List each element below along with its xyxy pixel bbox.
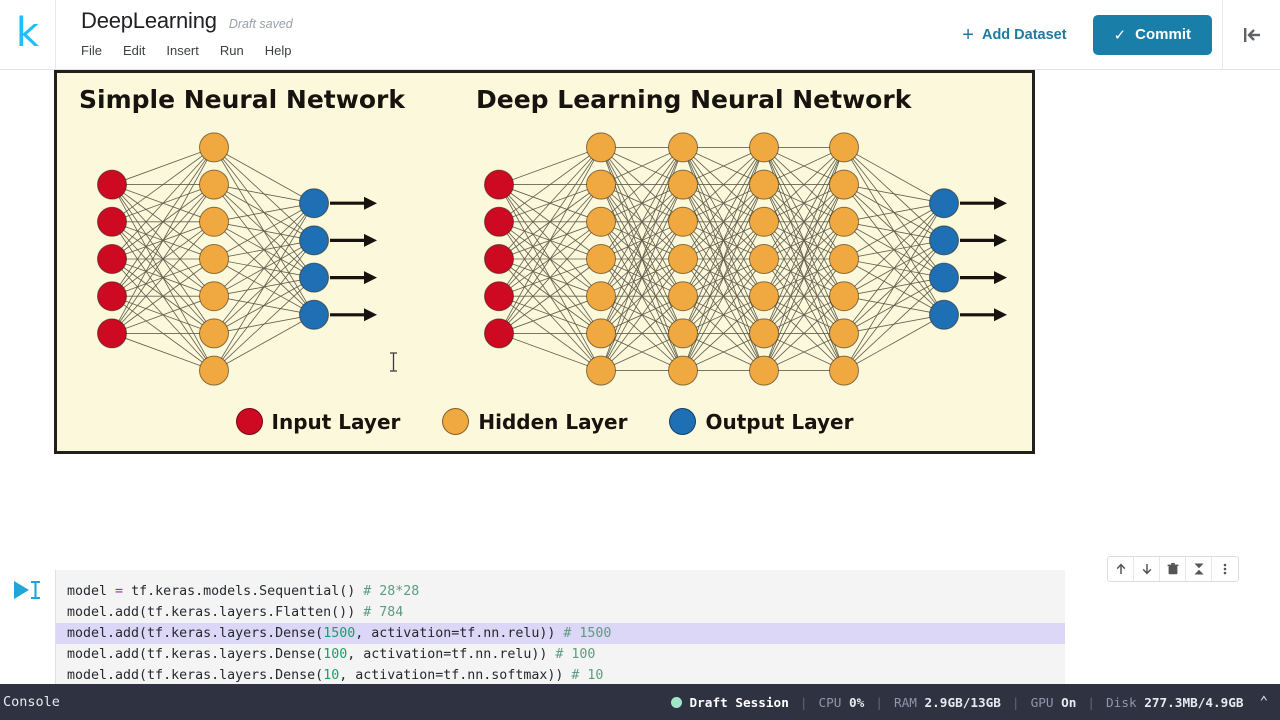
top-toolbar: k DeepLearning Draft saved File Edit Ins… bbox=[0, 0, 1280, 70]
expand-console-icon[interactable]: ⌃ bbox=[1260, 694, 1268, 710]
legend-label-input: Input Layer bbox=[271, 409, 401, 434]
move-cell-up-button[interactable] bbox=[1108, 557, 1134, 581]
collapse-panel-icon bbox=[1243, 27, 1260, 42]
separator-4: | bbox=[1087, 694, 1096, 710]
code-token: model.add(tf.keras.layers.Dense( bbox=[67, 626, 324, 641]
session-status-label: Draft Session bbox=[689, 694, 789, 710]
draft-status-label: Draft saved bbox=[228, 17, 293, 31]
code-token: model.add(tf.keras.layers.Dense( bbox=[67, 647, 324, 662]
ram-stat-key: RAM bbox=[893, 694, 917, 710]
trash-icon bbox=[1167, 563, 1178, 575]
code-token: # 1500 bbox=[563, 626, 612, 641]
code-token: , activation=tf.nn.softmax)) bbox=[339, 668, 572, 683]
plus-icon: + bbox=[962, 23, 974, 46]
separator-3: | bbox=[1011, 694, 1020, 710]
code-token: # 28*28 bbox=[363, 584, 420, 599]
menu-item-edit[interactable]: Edit bbox=[123, 42, 145, 59]
move-cell-down-button[interactable] bbox=[1134, 557, 1160, 581]
separator-2: | bbox=[875, 694, 883, 710]
legend-item-hidden: Hidden Layer bbox=[442, 408, 627, 435]
delete-cell-button[interactable] bbox=[1160, 557, 1186, 581]
more-options-icon bbox=[1223, 563, 1227, 575]
network-graphics bbox=[97, 132, 1007, 386]
check-icon: ✓ bbox=[1113, 26, 1127, 44]
collapse-panel-button[interactable] bbox=[1222, 0, 1280, 70]
code-token: model.add(tf.keras.layers.Flatten()) bbox=[67, 605, 364, 620]
title-block: DeepLearning Draft saved File Edit Inser… bbox=[56, 0, 293, 69]
code-token: 1500 bbox=[323, 626, 356, 641]
commit-label: Commit bbox=[1135, 26, 1191, 43]
menu-item-help[interactable]: Help bbox=[265, 42, 292, 59]
notebook-body: Simple Neural Network Deep Learning Neur… bbox=[0, 70, 1280, 684]
cpu-stat-value: 0% bbox=[849, 694, 865, 710]
session-status-group: Draft Session | CPU 0% | RAM 2.9GB/13GB … bbox=[670, 694, 1280, 710]
kaggle-logo-icon: k bbox=[15, 9, 40, 56]
collapse-cell-icon bbox=[1194, 563, 1203, 575]
legend-label-output: Output Layer bbox=[705, 409, 854, 434]
kaggle-notebook-window: k DeepLearning Draft saved File Edit Ins… bbox=[0, 0, 1280, 720]
legend-item-output: Output Layer bbox=[669, 408, 853, 435]
topbar-actions: + Add Dataset ✓ Commit bbox=[948, 0, 1280, 70]
run-cell-button[interactable] bbox=[0, 570, 54, 610]
disk-stat-key: Disk bbox=[1106, 694, 1137, 710]
code-token: model bbox=[67, 584, 116, 599]
code-token: 10 bbox=[323, 668, 340, 683]
session-status-dot-icon bbox=[670, 696, 682, 708]
commit-button[interactable]: ✓ Commit bbox=[1092, 14, 1212, 55]
console-label[interactable]: Console bbox=[0, 694, 60, 710]
input-layer-dot-icon bbox=[235, 408, 263, 435]
cpu-stat-key: CPU bbox=[818, 694, 842, 710]
code-token: 100 bbox=[323, 647, 348, 662]
code-token: # 100 bbox=[555, 647, 596, 662]
kaggle-logo[interactable]: k bbox=[0, 0, 56, 69]
collapse-cell-button[interactable] bbox=[1186, 557, 1212, 581]
code-token: tf.keras.models.Sequential() bbox=[123, 584, 364, 599]
gpu-stat-key: GPU bbox=[1030, 694, 1054, 710]
code-token: , activation=tf.nn.relu)) bbox=[355, 626, 564, 641]
code-token: # 784 bbox=[363, 605, 404, 620]
code-line[interactable]: model.add(tf.keras.layers.Flatten()) # 7… bbox=[56, 602, 1065, 623]
hidden-layer-dot-icon bbox=[442, 408, 470, 435]
menu-bar: File Edit Insert Run Help bbox=[81, 42, 293, 59]
console-status-bar: Console Draft Session | CPU 0% | RAM 2.9… bbox=[0, 684, 1280, 720]
code-line[interactable]: model.add(tf.keras.layers.Dense(100, act… bbox=[56, 644, 1065, 665]
menu-item-run[interactable]: Run bbox=[220, 42, 244, 59]
cell-more-options-button[interactable] bbox=[1212, 557, 1238, 581]
code-editor-cell[interactable]: model = tf.keras.models.Sequential() # 2… bbox=[55, 570, 1065, 684]
diagram-legend: Input Layer Hidden Layer Output Layer bbox=[57, 408, 1032, 435]
add-dataset-button[interactable]: + Add Dataset bbox=[948, 25, 1080, 45]
legend-item-input: Input Layer bbox=[235, 408, 401, 435]
neural-network-diagram: Simple Neural Network Deep Learning Neur… bbox=[54, 70, 1035, 454]
disk-stat-value: 277.3MB/4.9GB bbox=[1144, 694, 1244, 710]
code-token: model.add(tf.keras.layers.Dense( bbox=[67, 668, 324, 683]
menu-item-file[interactable]: File bbox=[81, 42, 102, 59]
title-row: DeepLearning Draft saved bbox=[81, 8, 293, 34]
move-cell-up-icon bbox=[1116, 563, 1125, 574]
output-layer-dot-icon bbox=[669, 408, 697, 435]
run-cell-icon bbox=[14, 580, 40, 600]
gpu-stat-value: On bbox=[1061, 694, 1077, 710]
add-dataset-label: Add Dataset bbox=[981, 26, 1067, 43]
menu-item-insert[interactable]: Insert bbox=[166, 42, 199, 59]
code-token: , activation=tf.nn.relu)) bbox=[347, 647, 556, 662]
code-line[interactable]: model.add(tf.keras.layers.Dense(1500, ac… bbox=[56, 623, 1065, 644]
ram-stat-value: 2.9GB/13GB bbox=[924, 694, 1001, 710]
move-cell-down-icon bbox=[1142, 564, 1151, 575]
code-line[interactable]: model.add(tf.keras.layers.Dense(10, acti… bbox=[56, 665, 1065, 684]
code-token: = bbox=[115, 584, 124, 599]
code-token: # 10 bbox=[571, 668, 604, 683]
cell-toolbar bbox=[1107, 556, 1239, 582]
code-line[interactable]: model = tf.keras.models.Sequential() # 2… bbox=[56, 581, 1065, 602]
notebook-title[interactable]: DeepLearning bbox=[81, 8, 217, 34]
separator-1: | bbox=[799, 694, 808, 710]
legend-label-hidden: Hidden Layer bbox=[478, 409, 628, 434]
